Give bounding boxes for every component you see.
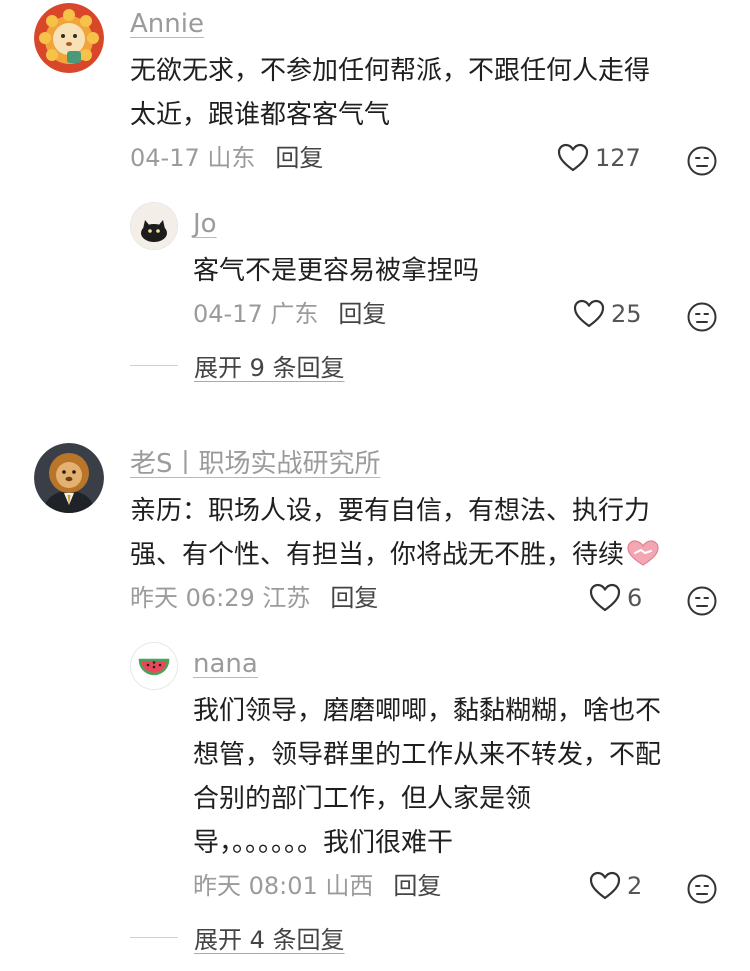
reply-text-line: 导，。。。。。。我们很难干 bbox=[193, 828, 454, 858]
like-count: 127 bbox=[595, 144, 641, 172]
reply-text: 我们领导，磨磨唧唧，黏黏糊糊，啥也不 想管，领导群里的工作从来不转发，不配 合别… bbox=[193, 689, 661, 865]
like-button[interactable]: 6 bbox=[589, 582, 642, 614]
neutral-face-icon[interactable] bbox=[686, 145, 718, 177]
comment-username[interactable]: 老S丨职场实战研究所 bbox=[130, 448, 381, 480]
comment-text-line: 亲历：职场人设，要有自信，有想法、执行力 bbox=[130, 496, 651, 526]
reply-username[interactable]: Jo bbox=[193, 208, 217, 240]
expand-replies-label: 展开 9 条回复 bbox=[194, 353, 345, 382]
comment-text: 亲历：职场人设，要有自信，有想法、执行力 强、有个性、有担当，你将战无不胜，待续 bbox=[130, 489, 660, 577]
heart-outline-icon bbox=[557, 143, 589, 172]
reply-text-line: 想管，领导群里的工作从来不转发，不配 bbox=[193, 740, 662, 770]
like-count: 6 bbox=[627, 584, 643, 612]
reply-username[interactable]: nana bbox=[193, 648, 258, 680]
reply-text-line: 合别的部门工作，但人家是领 bbox=[193, 784, 532, 814]
expand-replies-button[interactable]: 展开 9 条回复 bbox=[130, 348, 345, 382]
like-button[interactable]: 127 bbox=[557, 142, 641, 174]
reply-text: 客气不是更容易被拿捏吗 bbox=[193, 249, 479, 293]
comment-text-line: 强、有个性、有担当，你将战无不胜，待续 bbox=[130, 533, 660, 577]
expand-divider bbox=[130, 364, 178, 366]
comment-text-segment: 强、有个性、有担当，你将战无不胜，待续 bbox=[130, 540, 625, 570]
reply-button[interactable]: 回复 bbox=[338, 300, 386, 328]
reply-text-line: 客气不是更容易被拿捏吗 bbox=[193, 256, 480, 286]
avatar-lao-s[interactable] bbox=[34, 443, 104, 513]
comment-date-location: 04-17 山东 bbox=[130, 144, 256, 172]
expand-replies-label: 展开 4 条回复 bbox=[194, 925, 345, 954]
avatar-nana[interactable] bbox=[130, 642, 178, 690]
comment-text-line: 无欲无求，不参加任何帮派，不跟任何人走得 bbox=[130, 56, 651, 86]
like-count: 25 bbox=[611, 300, 642, 328]
comment-date-location: 昨天 06:29 江苏 bbox=[130, 584, 311, 612]
avatar-jo[interactable] bbox=[130, 202, 178, 250]
comment-meta: 昨天 06:29 江苏 回复 bbox=[130, 582, 378, 614]
neutral-face-icon[interactable] bbox=[686, 301, 718, 333]
reply-button[interactable]: 回复 bbox=[393, 872, 441, 900]
reply-meta: 04-17 广东 回复 bbox=[193, 298, 386, 330]
comment-text-line: 太近，跟谁都客客气气 bbox=[130, 100, 391, 130]
like-count: 2 bbox=[627, 872, 643, 900]
heart-outline-icon bbox=[573, 299, 605, 328]
neutral-face-icon[interactable] bbox=[686, 873, 718, 905]
expand-replies-button[interactable]: 展开 4 条回复 bbox=[130, 920, 345, 954]
like-button[interactable]: 25 bbox=[573, 298, 642, 330]
comment-meta: 04-17 山东 回复 bbox=[130, 142, 323, 174]
avatar-annie[interactable] bbox=[34, 3, 104, 73]
reply-date-location: 04-17 广东 bbox=[193, 300, 319, 328]
neutral-face-icon[interactable] bbox=[686, 585, 718, 617]
reply-text-line: 我们领导，磨磨唧唧，黏黏糊糊，啥也不 bbox=[193, 696, 662, 726]
heart-outline-icon bbox=[589, 583, 621, 612]
like-button[interactable]: 2 bbox=[589, 870, 642, 902]
reply-button[interactable]: 回复 bbox=[275, 144, 323, 172]
comment-text: 无欲无求，不参加任何帮派，不跟任何人走得 太近，跟谁都客客气气 bbox=[130, 49, 650, 137]
heart-outline-icon bbox=[589, 871, 621, 900]
expand-divider bbox=[130, 936, 178, 938]
reply-date-location: 昨天 08:01 山西 bbox=[193, 872, 374, 900]
comment-username[interactable]: Annie bbox=[130, 8, 204, 40]
reply-button[interactable]: 回复 bbox=[330, 584, 378, 612]
handshake-heart-emoji bbox=[627, 540, 659, 566]
reply-meta: 昨天 08:01 山西 回复 bbox=[193, 870, 441, 902]
